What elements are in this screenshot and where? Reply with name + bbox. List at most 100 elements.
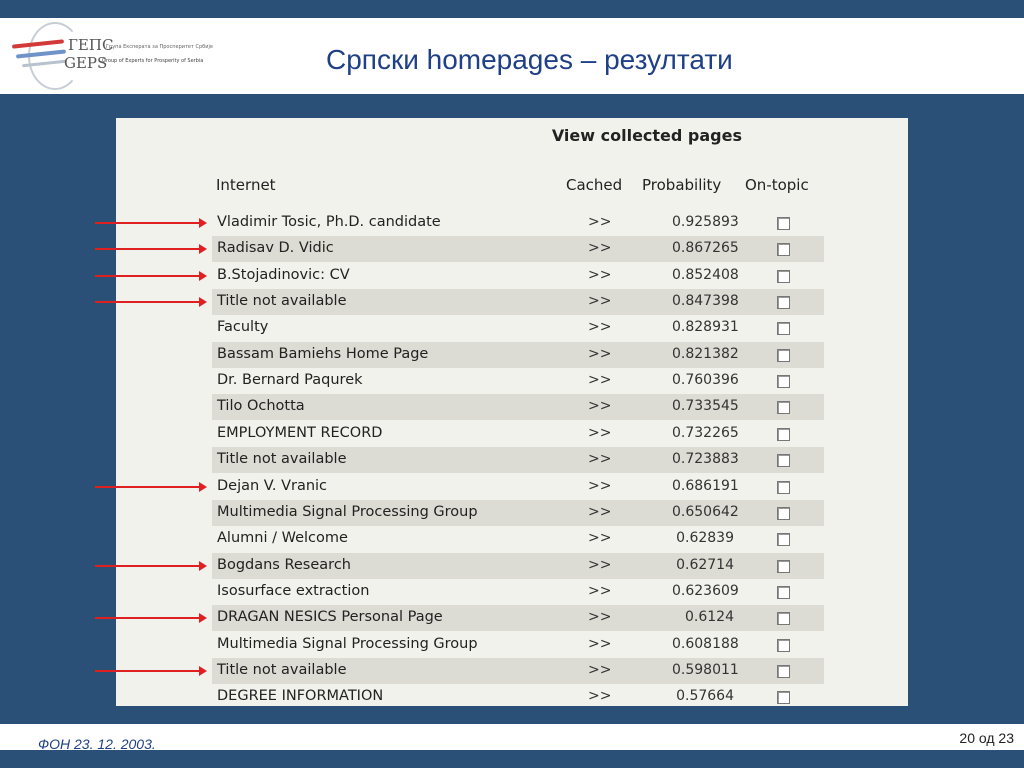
red-arrow-icon (95, 218, 207, 228)
probability-value: 0.650642 (672, 503, 739, 520)
on-topic-checkbox[interactable] (777, 506, 790, 520)
page-link[interactable]: Faculty (217, 319, 268, 335)
cached-link[interactable]: >> (588, 583, 611, 599)
probability-value: 0.733545 (672, 398, 739, 415)
cached-link[interactable]: >> (588, 372, 611, 388)
probability-value: 0.608188 (672, 635, 739, 652)
page-link[interactable]: Dr. Bernard Paqurek (217, 372, 363, 388)
table-row: EMPLOYMENT RECORD >> 0.732265 (212, 421, 824, 447)
red-arrow-icon (95, 244, 207, 255)
page-link[interactable]: Isosurface extraction (217, 583, 369, 599)
cached-link[interactable]: >> (588, 319, 611, 335)
on-topic-checkbox[interactable] (777, 375, 790, 389)
table-row: Radisav D. Vidic >> 0.867265 (212, 236, 824, 263)
probability-value: 0.852408 (672, 266, 739, 283)
page-link[interactable]: EMPLOYMENT RECORD (217, 425, 382, 441)
table-row: Multimedia Signal Processing Group >> 0.65… (212, 499, 824, 526)
probability-value: 0.686191 (672, 477, 739, 494)
on-topic-checkbox[interactable] (777, 401, 790, 415)
table-row: Bassam Bamiehs Home Page >> 0.821382 (212, 341, 824, 368)
cached-link[interactable]: >> (588, 504, 611, 520)
table-row: DEGREE INFORMATION >> 0.57664 (212, 684, 824, 710)
on-topic-checkbox[interactable] (777, 269, 790, 283)
table-row: Tilo Ochotta >> 0.733545 (212, 394, 824, 421)
logo-tagline-cyrillic: Група Експерата за Просперитет Србије (106, 44, 213, 50)
probability-value: 0.623609 (672, 582, 739, 599)
cached-link[interactable]: >> (588, 530, 611, 546)
page-link[interactable]: Radisav D. Vidic (217, 240, 334, 256)
probability-value: 0.867265 (672, 240, 739, 257)
cached-link[interactable]: >> (588, 451, 611, 467)
red-arrow-icon (95, 270, 207, 281)
on-topic-checkbox[interactable] (777, 243, 790, 257)
on-topic-checkbox[interactable] (777, 348, 790, 362)
slide-footer: ФОН 23. 12. 2003. 20 од 23 (0, 724, 1024, 752)
probability-value: 0.723883 (672, 451, 739, 468)
top-strip (0, 0, 1024, 18)
footer-date: ФОН 23. 12. 2003. (38, 736, 156, 752)
cached-link[interactable]: >> (588, 636, 611, 652)
page-link[interactable]: Bassam Bamiehs Home Page (217, 346, 428, 362)
on-topic-checkbox[interactable] (777, 638, 790, 652)
red-arrow-icon (95, 481, 207, 492)
probability-value: 0.821382 (672, 345, 739, 362)
probability-value: 0.62714 (676, 556, 734, 573)
on-topic-checkbox[interactable] (777, 217, 790, 230)
page-link[interactable]: B.Stojadinovic: CV (217, 267, 350, 283)
table-row: Dejan V. Vranic >> 0.686191 (212, 474, 824, 500)
column-header-probability: Probability (642, 176, 722, 194)
column-header-cached: Cached (566, 176, 623, 194)
table-row: Title not available >> 0.847398 (212, 289, 824, 316)
page-link[interactable]: Dejan V. Vranic (217, 478, 327, 494)
page-link[interactable]: Title not available (217, 451, 347, 467)
cached-link[interactable]: >> (588, 609, 611, 625)
page-link[interactable]: Title not available (217, 662, 347, 678)
on-topic-checkbox[interactable] (777, 322, 790, 336)
page-link[interactable]: Multimedia Signal Processing Group (217, 504, 478, 520)
cached-link[interactable]: >> (588, 214, 611, 230)
on-topic-checkbox[interactable] (777, 454, 790, 468)
page-link[interactable]: DEGREE INFORMATION (217, 688, 383, 704)
probability-value: 0.598011 (672, 661, 739, 678)
on-topic-checkbox[interactable] (777, 612, 790, 626)
cached-link[interactable]: >> (588, 662, 611, 678)
cached-link[interactable]: >> (588, 557, 611, 573)
on-topic-checkbox[interactable] (777, 296, 790, 310)
on-topic-checkbox[interactable] (777, 533, 790, 547)
page-link[interactable]: Bogdans Research (217, 557, 351, 573)
probability-value: 0.847398 (672, 293, 739, 310)
cached-link[interactable]: >> (588, 346, 611, 362)
page-link[interactable]: Multimedia Signal Processing Group (217, 636, 478, 652)
page-number: 20 од 23 (959, 730, 1014, 746)
on-topic-checkbox[interactable] (777, 691, 790, 705)
slide-title: Српски homepages – резултати (326, 44, 733, 75)
cached-link[interactable]: >> (588, 293, 611, 309)
cached-link[interactable]: >> (588, 240, 611, 256)
probability-value: 0.57664 (676, 688, 734, 705)
page-link[interactable]: Vladimir Tosic, Ph.D. candidate (217, 214, 441, 230)
on-topic-checkbox[interactable] (777, 559, 790, 573)
table-row: Title not available >> 0.723883 (212, 447, 824, 474)
cached-link[interactable]: >> (588, 425, 611, 441)
logo-tagline-english: Group of Experts for Prosperity of Serbi… (102, 58, 204, 64)
cached-link[interactable]: >> (588, 688, 611, 704)
page-link[interactable]: Title not available (217, 293, 347, 309)
table-row: Vladimir Tosic, Ph.D. candidate >> 0.92589… (212, 210, 824, 236)
cached-link[interactable]: >> (588, 478, 611, 494)
on-topic-checkbox[interactable] (777, 585, 790, 599)
probability-value: 0.760396 (672, 372, 739, 389)
on-topic-checkbox[interactable] (777, 664, 790, 678)
geps-logo: ГЕПС GEPS Група Експерата за Просперитет… (8, 22, 213, 90)
probability-value: 0.828931 (672, 319, 739, 336)
page-link[interactable]: DRAGAN NESICS Personal Page (217, 609, 443, 625)
red-arrow-icon (95, 613, 207, 624)
red-arrow-icon (95, 560, 207, 571)
cached-link[interactable]: >> (588, 267, 611, 283)
column-header-on-topic: On-topic (745, 176, 809, 194)
page-link[interactable]: Alumni / Welcome (217, 530, 348, 546)
cached-link[interactable]: >> (588, 398, 611, 414)
probability-value: 0.6124 (685, 609, 734, 626)
page-link[interactable]: Tilo Ochotta (217, 398, 305, 414)
on-topic-checkbox[interactable] (777, 427, 790, 441)
on-topic-checkbox[interactable] (777, 480, 790, 494)
